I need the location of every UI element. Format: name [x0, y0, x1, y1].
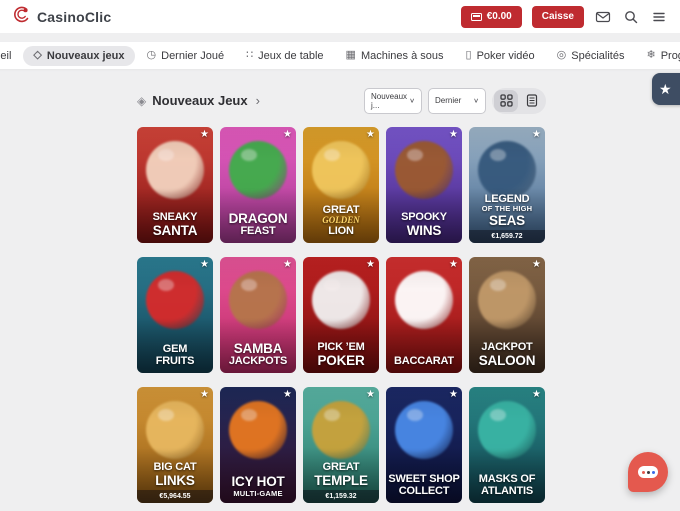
toolbar-controls: Nouveaux j... ∨ Dernier ∨ — [364, 88, 546, 114]
game-tile[interactable]: ★ PICK ’EMPOKER — [303, 257, 379, 373]
brand-swirl-icon — [12, 5, 31, 29]
game-title: SPOOKYWINS — [388, 212, 460, 237]
game-tile[interactable]: ★ BACCARAT — [386, 257, 462, 373]
card-icon — [471, 13, 482, 21]
game-tile[interactable]: ★ SPOOKYWINS — [386, 127, 462, 243]
favorite-star-icon[interactable]: ★ — [283, 259, 292, 270]
header-actions: €0.00 Caisse — [461, 6, 668, 28]
favorite-star-icon[interactable]: ★ — [366, 259, 375, 270]
nav-item-accueil[interactable]: ⌂ Accueil — [0, 46, 21, 66]
star-trophy-icon: ★ — [659, 81, 672, 98]
nav-item-machines-sous[interactable]: ▦ Machines à sous — [336, 46, 454, 66]
game-title: ICY HOTMULTI-GAME — [222, 475, 294, 497]
game-tile[interactable]: ★ LEGENDOF THE HIGHSEAS €1,659.72 — [469, 127, 545, 243]
cashier-label: Caisse — [542, 11, 574, 22]
page-title: Nouveaux Jeux — [152, 93, 247, 108]
logo[interactable]: CasinoClic — [12, 5, 111, 29]
brand-name: CasinoClic — [37, 9, 111, 25]
game-title: DRAGONFEAST — [222, 212, 294, 237]
game-title: JACKPOTSALOON — [471, 342, 543, 367]
game-title: BACCARAT — [388, 356, 460, 367]
chevron-down-icon: ∨ — [409, 97, 415, 104]
chevron-right-icon[interactable]: › — [256, 93, 260, 108]
game-tile[interactable]: ★ GREATTEMPLE €1,159.32 — [303, 387, 379, 503]
game-tile[interactable]: ★ DRAGONFEAST — [220, 127, 296, 243]
favorite-star-icon[interactable]: ★ — [366, 389, 375, 400]
favorite-star-icon[interactable]: ★ — [366, 129, 375, 140]
nav-item-progressifs[interactable]: ❄ Progressifs — [636, 46, 680, 66]
casino-page: CasinoClic €0.00 Caisse ⌂ Accueil — [0, 0, 680, 511]
rewards-side-tab[interactable]: ★ — [652, 73, 680, 105]
game-title: SAMBAJACKPOTS — [222, 342, 294, 367]
game-title: BIG CATLINKS — [139, 462, 211, 487]
game-tile[interactable]: ★ SAMBAJACKPOTS — [220, 257, 296, 373]
menu-icon[interactable] — [650, 8, 668, 26]
nav-item-dernier-jou-[interactable]: ◷ Dernier Joué — [137, 46, 235, 66]
game-tile[interactable]: ★ GEMFRUITS — [137, 257, 213, 373]
favorite-star-icon[interactable]: ★ — [532, 389, 541, 400]
dice-icon: ∷ — [246, 50, 253, 61]
game-title: GREATGOLDENLION — [305, 205, 377, 237]
game-title: GEMFRUITS — [139, 344, 211, 367]
favorite-star-icon[interactable]: ★ — [532, 129, 541, 140]
game-title: SNEAKYSANTA — [139, 212, 211, 237]
game-tile[interactable]: ★ MASKS OFATLANTIS — [469, 387, 545, 503]
game-title: SWEET SHOPCOLLECT — [388, 474, 460, 497]
grid-view-icon[interactable] — [494, 90, 518, 112]
games-grid: ★ SNEAKYSANTA ★ DRAGONFEAST ★ GREATGOLDE… — [137, 127, 546, 503]
livechat-icon — [638, 466, 658, 478]
favorite-star-icon[interactable]: ★ — [200, 129, 209, 140]
game-title: PICK ’EMPOKER — [305, 342, 377, 367]
game-title: GREATTEMPLE — [305, 462, 377, 487]
favorite-star-icon[interactable]: ★ — [449, 259, 458, 270]
wheel-icon: ◎ — [557, 50, 567, 61]
nav-item-poker-vid-o[interactable]: ▯ Poker vidéo — [456, 46, 545, 66]
chevron-down-icon: ∨ — [473, 97, 479, 104]
game-jackpot-amount: €5,964.55 — [137, 490, 213, 503]
category-nav-pill: ⌂ Accueil ◇ Nouveaux jeux ◷ Dernier Joué… — [0, 42, 680, 69]
game-tile[interactable]: ★ ICY HOTMULTI-GAME — [220, 387, 296, 503]
livechat-button[interactable] — [628, 452, 668, 492]
balance-amount: €0.00 — [487, 11, 512, 22]
list-view-icon[interactable] — [520, 90, 544, 112]
game-tile[interactable]: ★ SWEET SHOPCOLLECT — [386, 387, 462, 503]
favorite-star-icon[interactable]: ★ — [449, 389, 458, 400]
favorite-star-icon[interactable]: ★ — [283, 389, 292, 400]
nav-item-jeux-de-table[interactable]: ∷ Jeux de table — [236, 46, 333, 66]
toolbar: ◈ Nouveaux Jeux › Nouveaux j... ∨ Dernie… — [137, 87, 546, 114]
nav-item-sp-cialit-s[interactable]: ◎ Spécialités — [547, 46, 635, 66]
gem-icon: ◇ — [33, 50, 41, 61]
header: CasinoClic €0.00 Caisse — [0, 0, 680, 33]
game-jackpot-amount: €1,159.32 — [303, 490, 379, 503]
balance-button[interactable]: €0.00 — [461, 6, 522, 28]
category-select-value: Nouveaux j... — [371, 92, 409, 110]
mail-icon[interactable] — [594, 8, 612, 26]
clock-icon: ◷ — [147, 50, 157, 61]
favorite-star-icon[interactable]: ★ — [200, 259, 209, 270]
category-nav: ⌂ Accueil ◇ Nouveaux jeux ◷ Dernier Joué… — [0, 33, 680, 77]
breadcrumb: ◈ Nouveaux Jeux › — [137, 93, 260, 108]
phone-icon: ▯ — [466, 50, 472, 61]
category-select[interactable]: Nouveaux j... ∨ — [364, 88, 422, 114]
slot-icon: ▦ — [346, 50, 356, 61]
sort-select-value: Dernier — [435, 96, 461, 105]
cashier-button[interactable]: Caisse — [532, 6, 584, 28]
gem-icon: ◈ — [137, 94, 146, 108]
favorite-star-icon[interactable]: ★ — [200, 389, 209, 400]
game-title: MASKS OFATLANTIS — [471, 474, 543, 497]
game-tile[interactable]: ★ JACKPOTSALOON — [469, 257, 545, 373]
nav-item-nouveaux-jeux[interactable]: ◇ Nouveaux jeux — [23, 46, 134, 66]
game-tile[interactable]: ★ SNEAKYSANTA — [137, 127, 213, 243]
sort-select[interactable]: Dernier ∨ — [428, 88, 486, 114]
game-tile[interactable]: ★ BIG CATLINKS €5,964.55 — [137, 387, 213, 503]
favorite-star-icon[interactable]: ★ — [283, 129, 292, 140]
game-tile[interactable]: ★ GREATGOLDENLION — [303, 127, 379, 243]
search-icon[interactable] — [622, 8, 640, 26]
favorite-star-icon[interactable]: ★ — [449, 129, 458, 140]
game-title: LEGENDOF THE HIGHSEAS — [471, 194, 543, 227]
view-toggle — [492, 88, 546, 114]
sparkle-icon: ❄ — [646, 50, 655, 61]
favorite-star-icon[interactable]: ★ — [532, 259, 541, 270]
game-jackpot-amount: €1,659.72 — [469, 230, 545, 243]
